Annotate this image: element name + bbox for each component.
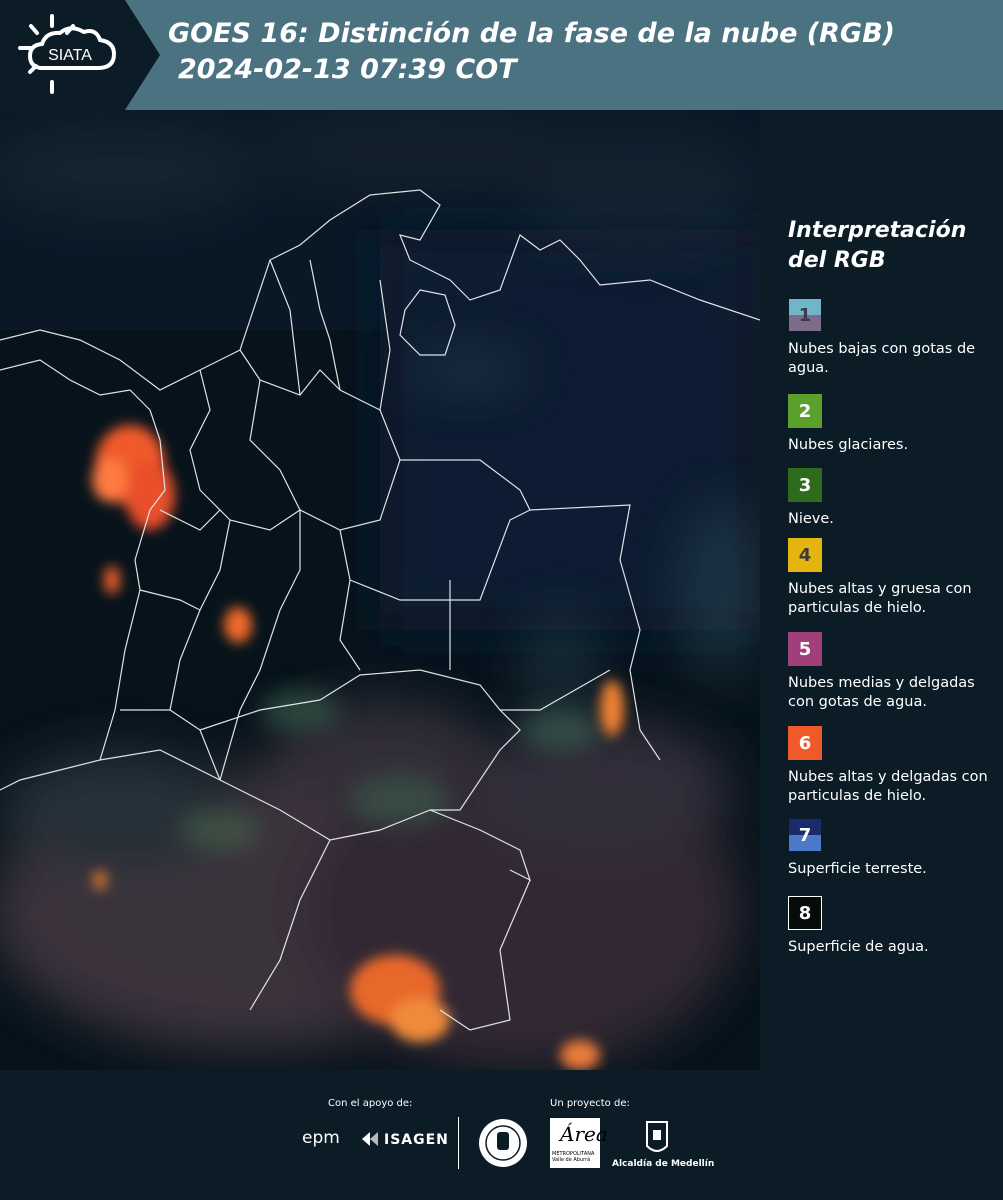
legend-label-5: Nubes medias y delgadas con gotas de agu… (788, 675, 975, 710)
legend-title: Interpretación del RGB (788, 216, 988, 276)
legend-number-5: 5 (798, 638, 812, 660)
legend-label-8: Superficie de agua. (788, 939, 929, 955)
legend-swatch-2: 2 (788, 394, 822, 428)
legend-swatch-4: 4 (788, 538, 822, 572)
page-title: GOES 16: Distinción de la fase de la nub… (168, 16, 895, 88)
legend-label-1: Nubes bajas con gotas de agua. (788, 341, 976, 376)
title-timestamp: 2024-02-13 07:39 COT (178, 54, 517, 85)
legend-number-3: 3 (798, 474, 812, 496)
legend-swatch-8: 8 (788, 896, 822, 930)
legend-label-6: Nubes altas y delgadas con particulas de… (788, 769, 988, 804)
legend-number-8: 8 (798, 902, 812, 924)
support-label: Con el apoyo de: (328, 1098, 413, 1109)
area-metropolitana-logo: Área METROPOLITANA Valle de Aburrá (550, 1118, 608, 1168)
siata-seal-icon (479, 1119, 527, 1167)
legend-number-7: 7 (798, 824, 812, 846)
area-logo-text: Área (560, 1122, 608, 1146)
legend-label-7: Superficie terreste. (788, 861, 927, 877)
isagen-icon (362, 1132, 378, 1146)
rgb-legend: Interpretación del RGB 1 Nubes bajas con… (760, 110, 1003, 1070)
epm-logo: epm (302, 1128, 340, 1148)
legend-label-2: Nubes glaciares. (788, 437, 909, 453)
legend-item-5: 5 Nubes medias y delgadas con gotas de a… (788, 632, 1000, 712)
legend-item-6: 6 Nubes altas y delgadas con particulas … (788, 726, 1000, 806)
title-product: GOES 16: Distinción de la fase de la nub… (168, 18, 895, 49)
legend-swatch-1: 1 (788, 298, 822, 332)
legend-item-1: 1 Nubes bajas con gotas de agua. (788, 298, 1000, 378)
footer-divider (458, 1117, 459, 1169)
legend-number-6: 6 (798, 732, 812, 754)
legend-number-4: 4 (798, 544, 812, 566)
footer-sponsors: Con el apoyo de: Un proyecto de: epm ISA… (0, 1070, 1003, 1200)
area-logo-subtext: METROPOLITANA Valle de Aburrá (552, 1151, 595, 1163)
legend-item-3: 3 Nieve. (788, 468, 1000, 529)
legend-label-4: Nubes altas y gruesa con particulas de h… (788, 581, 972, 616)
legend-item-7: 7 Superficie terreste. (788, 818, 1000, 879)
legend-number-1: 1 (798, 304, 812, 326)
legend-swatch-3: 3 (788, 468, 822, 502)
legend-label-3: Nieve. (788, 511, 834, 527)
alcaldia-label: Alcaldía de Medellín (612, 1159, 715, 1169)
legend-title-line2: del RGB (788, 248, 886, 273)
legend-item-4: 4 Nubes altas y gruesa con particulas de… (788, 538, 1000, 618)
logo-text: SIATA (48, 47, 92, 64)
isagen-logo: ISAGEN (384, 1132, 449, 1148)
legend-swatch-6: 6 (788, 726, 822, 760)
alcaldia-shield-icon (646, 1121, 668, 1152)
legend-item-2: 2 Nubes glaciares. (788, 394, 1000, 455)
project-label: Un proyecto de: (550, 1098, 630, 1109)
legend-title-line1: Interpretación (788, 218, 967, 243)
header-bar: SIATA GOES 16: Distinción de la fase de … (0, 0, 1003, 110)
siata-logo: SIATA (0, 0, 160, 110)
legend-item-8: 8 Superficie de agua. (788, 896, 1000, 957)
satellite-image (0, 110, 760, 1070)
legend-swatch-7: 7 (788, 818, 822, 852)
legend-swatch-5: 5 (788, 632, 822, 666)
legend-number-2: 2 (798, 400, 812, 422)
